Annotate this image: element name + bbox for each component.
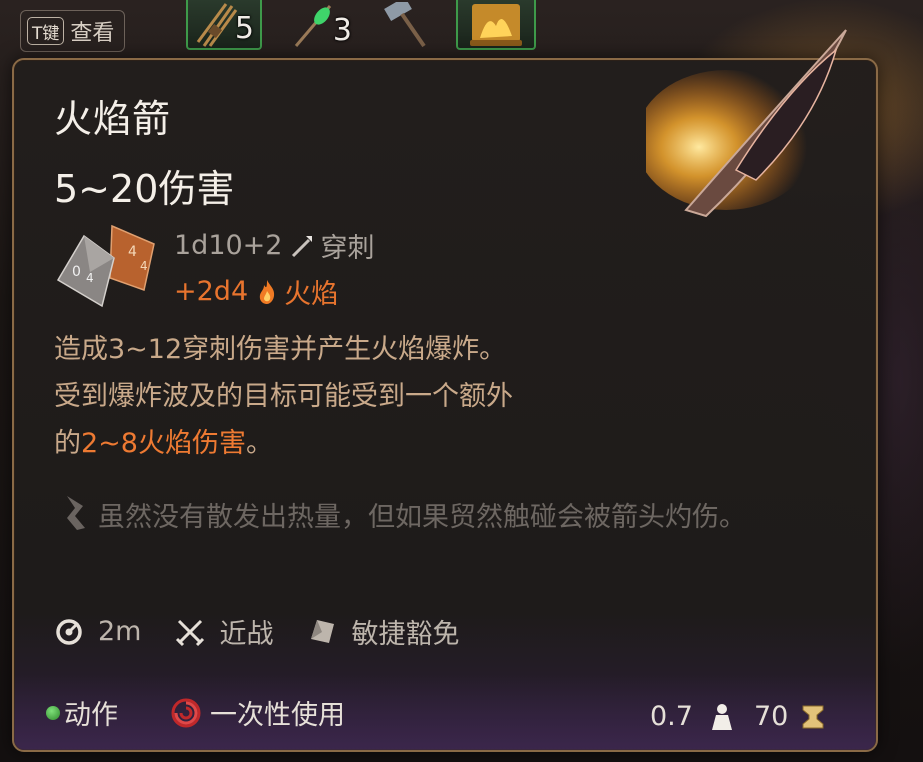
range-icon (56, 618, 82, 645)
description-line: 的2~8火焰伤害。 (54, 420, 754, 467)
description-text: 。 (245, 428, 273, 459)
attack-type-value: 近战 (219, 619, 274, 650)
slot-count: 3 (332, 13, 352, 48)
inspect-label: 查看 (70, 21, 115, 46)
fire-icon (256, 279, 278, 305)
weight-info: 0.7 (650, 701, 735, 732)
weight-icon (711, 703, 732, 730)
action-dot-icon (46, 705, 60, 720)
gold-coin-icon (802, 705, 824, 728)
save-property: 敏捷豁免 (307, 612, 459, 651)
extra-damage-row: +2d4 火焰 (174, 272, 338, 311)
item-description: 造成3~12穿刺伤害并产生火焰爆炸。 受到爆炸波及的目标可能受到一个额外 的2~… (54, 326, 754, 467)
weight-value: 0.7 (650, 701, 693, 732)
damage-range: 5~20伤害 (54, 167, 235, 211)
flavor-text: 虽然没有散发出热量，但如果贸然触碰会被箭头灼伤。 (98, 502, 746, 533)
base-damage-type: 穿刺 (320, 233, 375, 264)
hotbar-slot-hammer[interactable] (372, 0, 442, 50)
extra-damage-type: 火焰 (284, 279, 339, 310)
save-value: 敏捷豁免 (351, 619, 460, 650)
description-line: 受到爆炸波及的目标可能受到一个额外 (54, 381, 513, 412)
action-label: 动作 (64, 700, 118, 731)
fire-damage-highlight: 2~8火焰伤害 (81, 428, 246, 459)
hotbar-slot-potion[interactable]: 3 (282, 0, 358, 50)
extra-damage-dice: +2d4 (174, 276, 249, 307)
inspect-prompt[interactable]: T键 查看 (20, 10, 126, 52)
key-cap: T键 (27, 17, 65, 45)
base-damage-row: 1d10+2 穿刺 (174, 226, 374, 265)
range-value: 2m (98, 616, 142, 647)
single-use-icon (171, 698, 201, 727)
svg-text:4: 4 (140, 259, 148, 273)
svg-text:4: 4 (128, 244, 137, 260)
item-properties: 2m 近战 敏捷豁免 (54, 612, 493, 651)
attack-type-property: 近战 (175, 612, 273, 651)
svg-text:4: 4 (86, 271, 94, 285)
action-cost: 动作 (46, 693, 118, 732)
slot-count: 5 (234, 11, 254, 46)
dice-icon: 4 4 0 4 (56, 224, 155, 308)
game-screen: T键 查看 5 3 火焰箭 5~20伤害 4 4 0 4 1d10+2 穿刺 +… (0, 0, 923, 762)
quill-icon (67, 496, 85, 530)
tooltip-footer: 动作 一次性使用 0.7 70 (14, 674, 876, 750)
range-property: 2m (54, 616, 141, 647)
item-title: 火焰箭 (54, 97, 172, 141)
price-info: 70 (754, 701, 826, 732)
svg-text:0: 0 (72, 264, 81, 280)
usage-info: 一次性使用 (170, 693, 345, 732)
description-text: 的 (54, 428, 81, 459)
piercing-icon (290, 234, 314, 258)
flavor-text-block: 虽然没有散发出热量，但如果贸然触碰会被箭头灼伤。 (54, 488, 854, 548)
hotbar: T键 查看 5 3 (0, 0, 923, 56)
item-tooltip: 火焰箭 5~20伤害 4 4 0 4 1d10+2 穿刺 +2d4 火焰 造成3… (12, 29, 878, 752)
crossed-swords-icon (176, 619, 205, 646)
hammer-icon (384, 2, 426, 48)
base-damage-dice: 1d10+2 (174, 230, 283, 261)
hotbar-slot-scroll[interactable] (456, 0, 536, 50)
dexterity-save-icon (311, 619, 335, 643)
usage-label: 一次性使用 (210, 700, 345, 731)
scroll-icon (470, 4, 522, 46)
description-line: 造成3~12穿刺伤害并产生火焰爆炸。 (54, 334, 507, 365)
hotbar-slot-arrows[interactable]: 5 (186, 0, 262, 50)
price-value: 70 (754, 701, 789, 732)
